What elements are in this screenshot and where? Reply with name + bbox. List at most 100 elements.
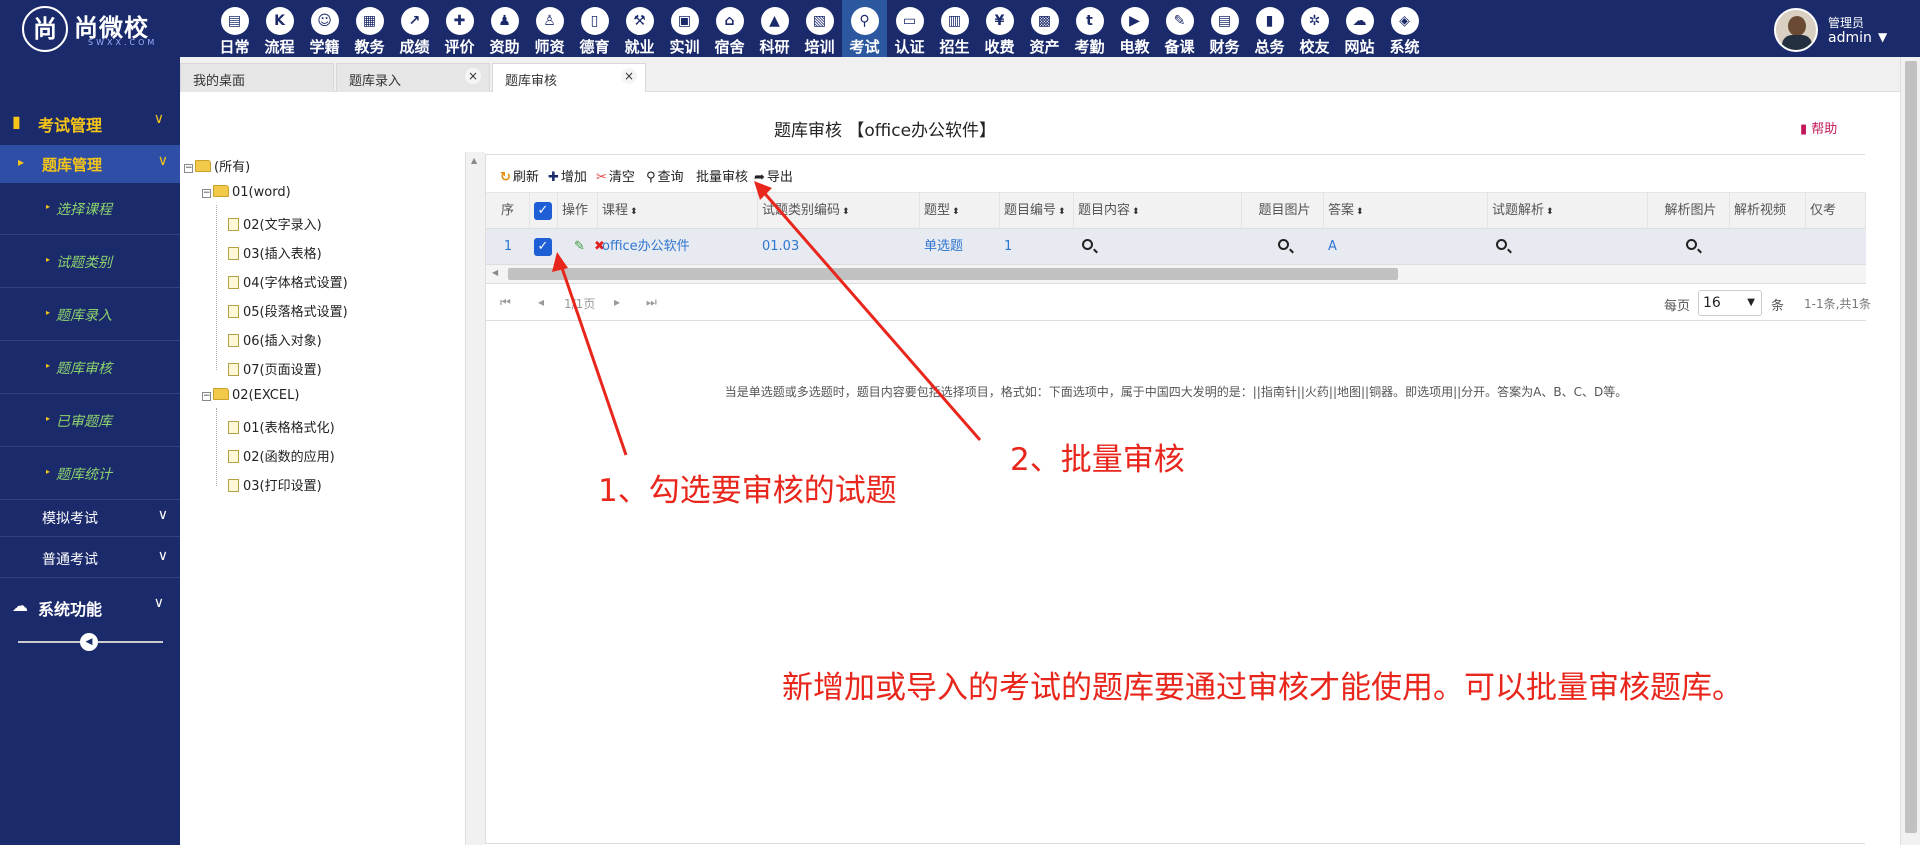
- clear-button[interactable]: ✂ 清空: [596, 166, 635, 185]
- first-page-icon[interactable]: ⏮: [500, 295, 511, 310]
- tree-node-leaf[interactable]: 02(文字录入): [228, 214, 322, 236]
- collapse-toggle-icon[interactable]: −: [202, 392, 211, 401]
- arrow-left-icon[interactable]: ◀: [492, 268, 498, 277]
- user-menu[interactable]: 管理员 admin ▼: [1774, 8, 1914, 52]
- module-calendar[interactable]: ▦ 教务: [347, 0, 392, 57]
- module-newspaper[interactable]: ▤ 财务: [1202, 0, 1247, 57]
- nav-group-exam[interactable]: ▮ 考试管理 ∨: [0, 99, 180, 145]
- table-row[interactable]: 1 ✓ ✎ ✖ office办公软件 01.03 单选题 1 A: [486, 229, 1866, 265]
- content-search-icon[interactable]: [1078, 229, 1118, 265]
- module-home[interactable]: ⌂ 宿舍: [707, 0, 752, 57]
- analysis-search-icon[interactable]: [1492, 229, 1532, 265]
- tree-node-group[interactable]: − 02(EXCEL): [202, 388, 299, 410]
- module-bus[interactable]: ▥ 招生: [932, 0, 977, 57]
- sidebar-item-audited-bank[interactable]: ▸ 已审题库: [0, 395, 180, 447]
- col-content[interactable]: 题目内容 ⬍: [1074, 193, 1242, 229]
- tree-node-leaf[interactable]: 03(打印设置): [228, 475, 322, 497]
- prev-page-icon[interactable]: ◂: [538, 295, 544, 309]
- tree-node-leaf[interactable]: 06(插入对象): [228, 330, 322, 352]
- module-aid[interactable]: ♟ 资助: [482, 0, 527, 57]
- row-checkbox[interactable]: ✓: [534, 238, 552, 256]
- scrollbar-thumb[interactable]: [1905, 61, 1917, 833]
- logo[interactable]: 尚 尚微校 SWXX.COM: [22, 6, 172, 52]
- caret-down-icon[interactable]: ▼: [1878, 30, 1887, 44]
- sidebar-item-bank-entry[interactable]: ▸ 题库录入: [0, 289, 180, 341]
- module-calendar-day[interactable]: ▤ 日常: [212, 0, 257, 57]
- tree-node-leaf[interactable]: 03(插入表格): [228, 243, 322, 265]
- col-analysis[interactable]: 试题解析 ⬍: [1488, 193, 1648, 229]
- module-label: 收费: [984, 38, 1015, 56]
- arrow-up-icon[interactable]: ▲: [471, 156, 477, 165]
- module-video[interactable]: ▶ 电教: [1112, 0, 1157, 57]
- module-evaluate[interactable]: ✚ 评价: [437, 0, 482, 57]
- last-page-icon[interactable]: ⏭: [646, 295, 657, 310]
- module-student[interactable]: ☺ 学籍: [302, 0, 347, 57]
- module-flow[interactable]: K 流程: [257, 0, 302, 57]
- module-cube[interactable]: ◈ 系统: [1382, 0, 1427, 57]
- module-image[interactable]: ▧ 培训: [797, 0, 842, 57]
- module-edit[interactable]: ✎ 备课: [1157, 0, 1202, 57]
- col-number[interactable]: 题目编号 ⬍: [1000, 193, 1074, 229]
- page-scrollbar[interactable]: [1900, 57, 1920, 845]
- tree-node-leaf[interactable]: 01(表格格式化): [228, 417, 335, 439]
- horizontal-scrollbar[interactable]: ◀: [486, 265, 1866, 283]
- col-course[interactable]: 课程 ⬍: [598, 193, 758, 229]
- module-bar-chart[interactable]: ▮ 总务: [1247, 0, 1292, 57]
- tree-scrollbar[interactable]: ▲: [465, 152, 485, 845]
- collapse-toggle-icon[interactable]: −: [202, 189, 211, 198]
- tree-node-leaf[interactable]: 05(段落格式设置): [228, 301, 348, 323]
- nav-item-normal-exam[interactable]: 普通考试 ∨: [0, 538, 180, 578]
- scrollbar-thumb[interactable]: [508, 268, 1398, 280]
- module-key[interactable]: ⚲ 考试: [842, 0, 887, 57]
- tab-1[interactable]: 题库录入 ×: [336, 63, 490, 92]
- cell-course[interactable]: office办公软件: [598, 229, 758, 265]
- module-teacher[interactable]: ♙ 师资: [527, 0, 572, 57]
- refresh-button[interactable]: ↻ 刷新: [500, 166, 539, 185]
- tree-node-root[interactable]: − (所有): [184, 156, 250, 178]
- tab-2[interactable]: 题库审核 ×: [492, 63, 646, 92]
- module-train[interactable]: ▩ 资产: [1022, 0, 1067, 57]
- export-button[interactable]: ➦ 导出: [754, 166, 793, 185]
- sidebar-item-bank-statistics[interactable]: ▸ 题库统计: [0, 448, 180, 500]
- pencil-icon[interactable]: ✎: [570, 229, 590, 265]
- image-search-icon[interactable]: [1274, 229, 1314, 265]
- sidebar-collapse-slider[interactable]: ◀: [18, 633, 163, 651]
- tree-node-leaf[interactable]: 04(字体格式设置): [228, 272, 348, 294]
- module-graduation[interactable]: ▲ 科研: [752, 0, 797, 57]
- query-button[interactable]: ⚲ 查询: [646, 166, 684, 185]
- nav-item-mock-exam[interactable]: 模拟考试 ∨: [0, 497, 180, 537]
- collapse-toggle-icon[interactable]: −: [184, 164, 193, 173]
- nav-group-system[interactable]: ☁ 系统功能 ∨: [0, 583, 180, 629]
- module-chart[interactable]: ↗ 成绩: [392, 0, 437, 57]
- col-category-code[interactable]: 试题类别编码 ⬍: [758, 193, 920, 229]
- tree-node-leaf[interactable]: 02(函数的应用): [228, 446, 335, 468]
- next-page-icon[interactable]: ▸: [614, 295, 620, 309]
- sidebar-item-question-category[interactable]: ▸ 试题类别: [0, 236, 180, 288]
- tree-node-leaf[interactable]: 07(页面设置): [228, 359, 322, 381]
- batch-audit-button[interactable]: 批量审核: [696, 166, 748, 185]
- sidebar-item-bank-audit[interactable]: ▸ 题库审核: [0, 342, 180, 394]
- module-users[interactable]: ✲ 校友: [1292, 0, 1337, 57]
- module-book[interactable]: ▯ 德育: [572, 0, 617, 57]
- module-tumblr[interactable]: t 考勤: [1067, 0, 1112, 57]
- close-icon[interactable]: ×: [465, 68, 481, 84]
- analysis-image-search-icon[interactable]: [1682, 229, 1722, 265]
- select-all-checkbox[interactable]: ✓: [534, 202, 552, 220]
- per-page-select[interactable]: 16 ▼: [1698, 290, 1762, 316]
- close-icon[interactable]: ×: [621, 68, 637, 84]
- add-button[interactable]: ✚ 增加: [548, 166, 587, 185]
- tab-bar: 我的桌面 题库录入 × 题库审核 ×: [180, 57, 1900, 92]
- col-type[interactable]: 题型 ⬍: [920, 193, 1000, 229]
- help-link[interactable]: ▮ 帮助: [1800, 118, 1837, 137]
- module-robot[interactable]: ▣ 实训: [662, 0, 707, 57]
- module-yen[interactable]: ¥ 收费: [977, 0, 1022, 57]
- sidebar-item-select-course[interactable]: ▸ 选择课程: [0, 183, 180, 235]
- tab-0[interactable]: 我的桌面: [180, 63, 334, 92]
- collapse-left-icon[interactable]: ◀: [80, 633, 98, 651]
- nav-section-bank[interactable]: ▸ 题库管理 ∨: [0, 145, 180, 183]
- module-cloud[interactable]: ☁ 网站: [1337, 0, 1382, 57]
- module-hammer[interactable]: ⚒ 就业: [617, 0, 662, 57]
- tree-node-group[interactable]: − 01(word): [202, 185, 291, 207]
- module-monitor[interactable]: ▭ 认证: [887, 0, 932, 57]
- col-answer[interactable]: 答案 ⬍: [1324, 193, 1488, 229]
